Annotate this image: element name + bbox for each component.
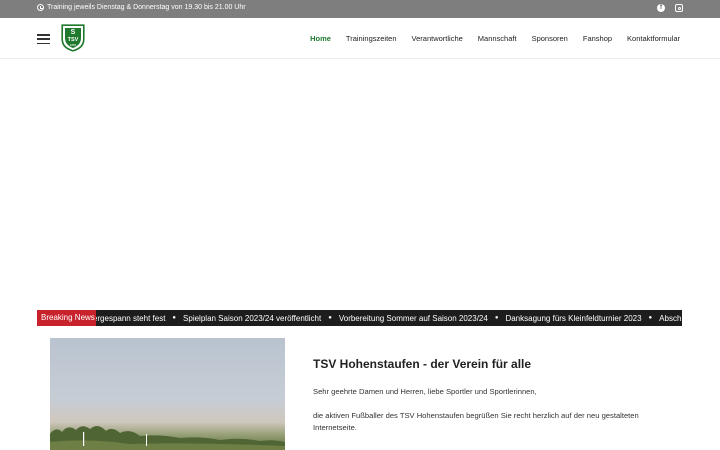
ticker-track: Trainergespann steht fest ● Spielplan Sa…: [75, 310, 681, 326]
ticker-item[interactable]: Vorbereitung Sommer auf Saison 2023/24: [339, 314, 488, 323]
welcome-article: TSV Hohenstaufen - der Verein für alle S…: [313, 357, 683, 446]
hamburger-menu-icon[interactable]: [37, 34, 50, 44]
article-paragraph: die aktiven Fußballer des TSV Hohenstauf…: [313, 411, 639, 432]
top-info-bar: Training jeweils Dienstag & Donnerstag v…: [0, 0, 720, 18]
nav-verantwortliche[interactable]: Verantwortliche: [412, 34, 463, 43]
ticker-separator: ●: [648, 315, 653, 321]
nav-sponsoren[interactable]: Sponsoren: [532, 34, 568, 43]
ticker-item[interactable]: Absch: [659, 314, 681, 323]
breaking-news-label: Breaking News: [37, 310, 96, 326]
svg-text:S: S: [71, 29, 76, 36]
facebook-icon[interactable]: f: [657, 4, 665, 12]
club-photo: [50, 338, 285, 450]
nav-trainingszeiten[interactable]: Trainingszeiten: [346, 34, 397, 43]
ticker-item[interactable]: Danksagung fürs Kleinfeldturnier 2023: [505, 314, 641, 323]
nav-kontaktformular[interactable]: Kontaktformular: [627, 34, 680, 43]
article-paragraph: Sehr geehrte Damen und Herren, liebe Spo…: [313, 387, 537, 396]
article-title: TSV Hohenstaufen - der Verein für alle: [313, 357, 532, 371]
nav-fanshop[interactable]: Fanshop: [583, 34, 612, 43]
site-header: S TSV 1884 Home Trainingszeiten Verantwo…: [0, 18, 720, 59]
social-links: f: [657, 4, 683, 12]
svg-text:1884: 1884: [70, 43, 77, 47]
ticker-separator: ●: [494, 315, 499, 321]
club-logo[interactable]: S TSV 1884: [60, 23, 86, 53]
ticker-separator: ●: [172, 315, 177, 321]
main-navigation: Home Trainingszeiten Verantwortliche Man…: [310, 34, 680, 43]
nav-home[interactable]: Home: [310, 34, 331, 43]
news-ticker: Breaking News Trainergespann steht fest …: [37, 310, 682, 326]
instagram-icon[interactable]: [675, 4, 683, 12]
nav-mannschaft[interactable]: Mannschaft: [478, 34, 517, 43]
training-info-text: Training jeweils Dienstag & Donnerstag v…: [47, 4, 246, 11]
ticker-item[interactable]: Spielplan Saison 2023/24 veröffentlicht: [183, 314, 321, 323]
ticker-separator: ●: [328, 315, 332, 321]
clock-icon: [37, 4, 44, 11]
hero-area: [0, 60, 720, 310]
tree-line-graphic: [50, 425, 285, 450]
training-info: Training jeweils Dienstag & Donnerstag v…: [37, 4, 246, 11]
